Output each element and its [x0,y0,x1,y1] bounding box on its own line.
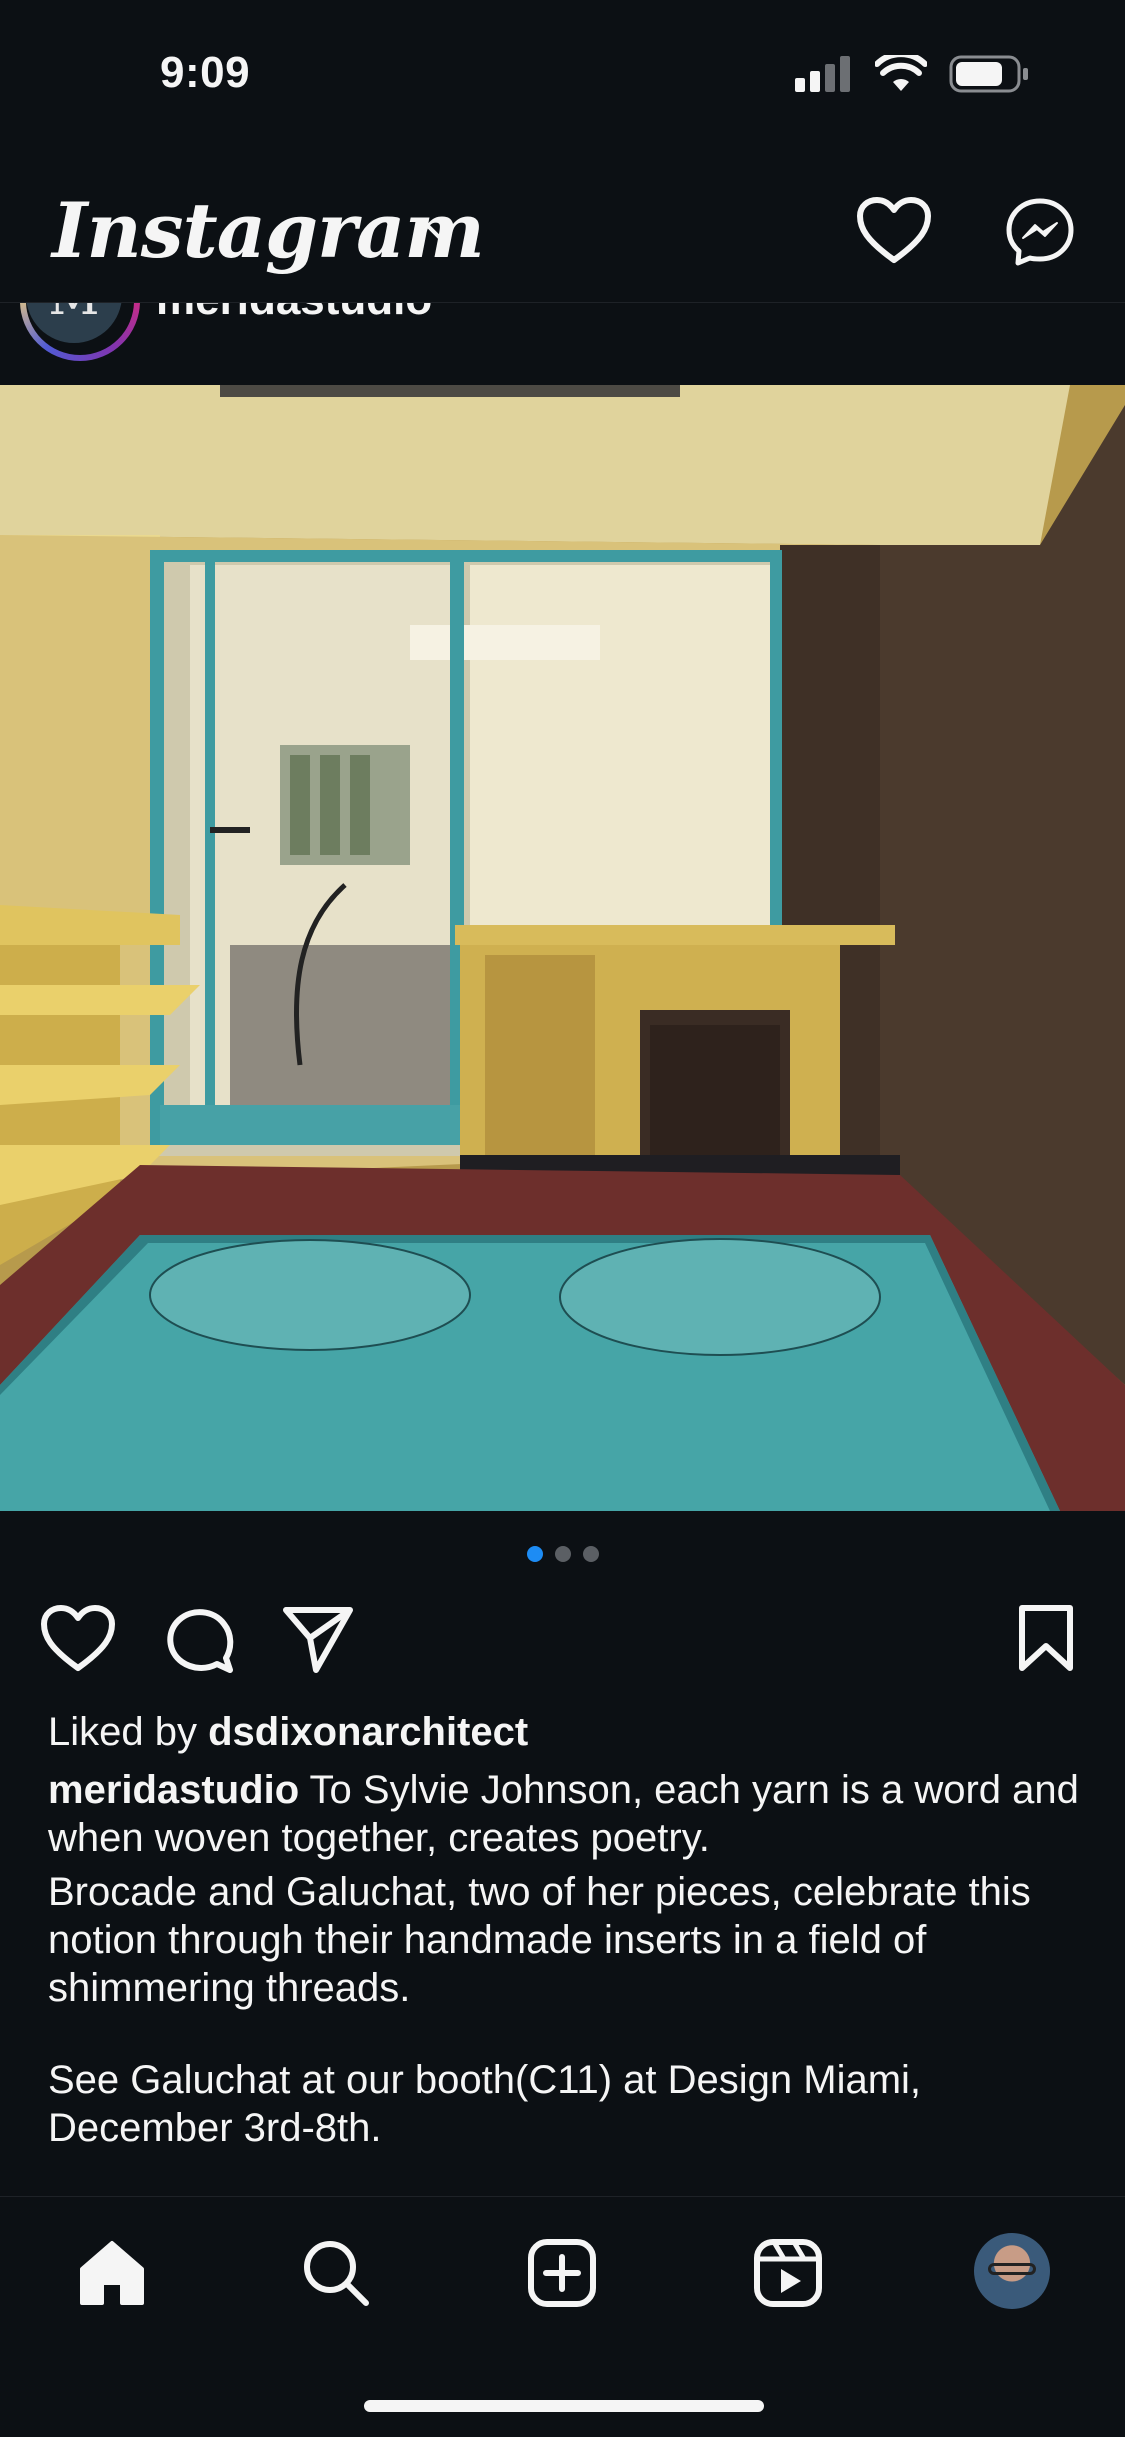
caption-text-third: See Galuchat at our booth(C11) at Design… [48,2058,922,2150]
search-icon[interactable] [300,2237,372,2309]
signal-icon [795,56,850,92]
comment-icon[interactable] [164,1604,236,1676]
home-icon[interactable] [76,2237,148,2309]
battery-icon [949,55,1028,93]
post-username[interactable]: meridastudio [156,303,432,325]
room-photo [0,385,1125,1511]
caption: meridastudio To Sylvie Johnson, each yar… [48,1766,1088,2152]
profile-avatar[interactable] [974,2233,1050,2309]
heart-icon[interactable] [856,196,932,266]
caption-text-second: Brocade and Galuchat, two of her pieces,… [48,1870,1031,2010]
carousel-dots [0,1546,1125,1562]
liked-by-user[interactable]: dsdixonarchitect [208,1710,528,1754]
more-options-icon[interactable]: ••• [1032,303,1084,313]
home-indicator[interactable] [364,2400,764,2412]
chevron-down-icon[interactable] [420,218,460,248]
create-icon[interactable] [526,2237,598,2309]
reels-icon[interactable] [752,2237,824,2309]
carousel-dot-active [526,1546,543,1562]
carousel-dot [554,1546,571,1562]
post-avatar[interactable]: M [20,303,140,361]
status-icons [795,54,1029,94]
post-header: M meridastudio ••• [0,303,1125,385]
like-icon[interactable] [40,1604,116,1674]
liked-by[interactable]: Liked by dsdixonarchitect [48,1710,528,1755]
avatar-glasses [988,2263,1036,2275]
save-icon[interactable] [1016,1604,1076,1674]
messenger-icon[interactable] [1004,196,1076,268]
liked-by-prefix: Liked by [48,1710,209,1754]
caption-username[interactable]: meridastudio [48,1768,299,1812]
share-icon[interactable] [282,1604,354,1674]
carousel-dot [582,1546,599,1562]
status-time: 9:09 [160,48,251,97]
post-photo[interactable] [0,385,1125,1511]
wifi-icon [875,55,927,91]
